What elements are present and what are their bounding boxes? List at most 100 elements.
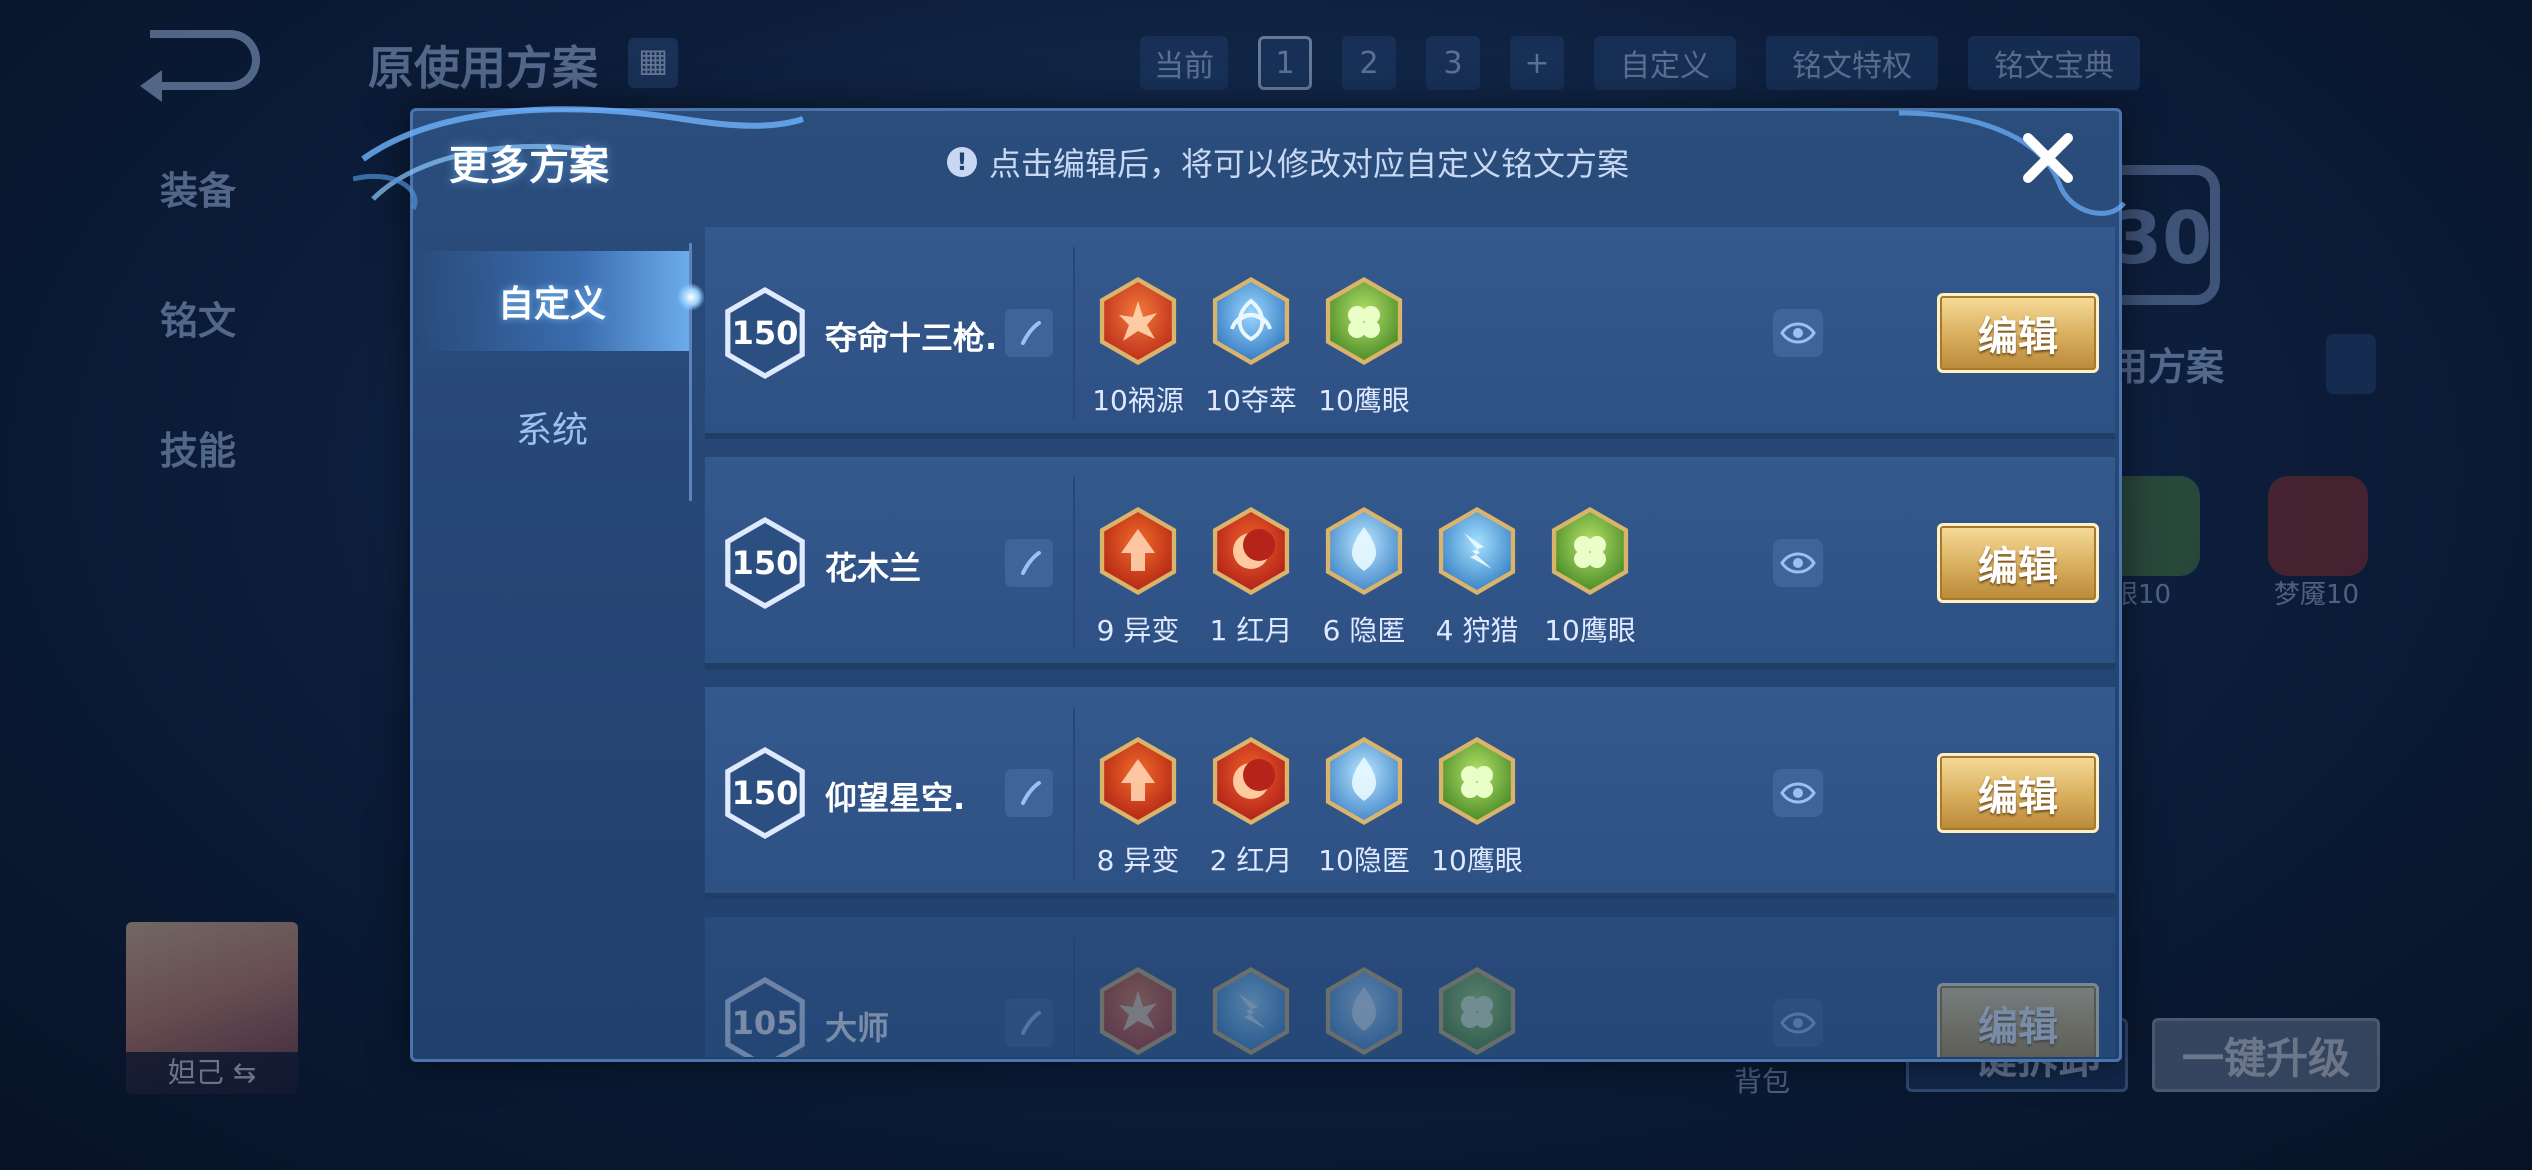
blue-drop-rune-icon [1321, 503, 1407, 603]
rune-item[interactable] [1321, 963, 1407, 1057]
rune-item[interactable]: 9 异变 [1095, 503, 1181, 649]
slot-1-tab[interactable]: 1 [1258, 36, 1312, 90]
pencil-icon [1021, 1011, 1041, 1035]
more-plans-dialog: 更多方案 ! 点击编辑后，将可以修改对应自定义铭文方案 自定义 系统 150 夺命… [353, 106, 2126, 1062]
dialog-title: 更多方案 [449, 143, 609, 189]
slot-2-tab[interactable]: 2 [1342, 36, 1396, 90]
rune-count-label: 2 红月 [1209, 844, 1293, 877]
rune-item[interactable]: 10夺萃 [1205, 273, 1297, 419]
blue-knot-rune-icon [1208, 273, 1294, 373]
hero-name: 妲己 ⇆ [126, 1052, 298, 1094]
slot-3-tab[interactable]: 3 [1426, 36, 1480, 90]
red-arrow-rune-icon [1095, 503, 1181, 603]
red-burst-rune-icon [1095, 273, 1181, 373]
rune-set: 8 异变 2 红月 10隐匿 10鹰眼 [1095, 733, 1523, 879]
plan-row[interactable]: 150 仰望星空. 8 异变 2 红月 10隐匿 10鹰眼 编辑 [705, 687, 2115, 899]
page-title: 原使用方案 [368, 41, 598, 95]
preview-button[interactable] [1773, 309, 1823, 357]
notice-text: 点击编辑后，将可以修改对应自定义铭文方案 [989, 145, 1630, 183]
plan-level: 150 [731, 314, 799, 352]
edit-button[interactable]: 编辑 [1937, 753, 2099, 833]
red-moon-rune-icon [1208, 733, 1294, 833]
rune-count-label: 6 隐匿 [1322, 614, 1406, 647]
side-nav-runes[interactable]: 铭文 [160, 290, 236, 345]
sidebar-divider [689, 243, 692, 501]
edit-button[interactable]: 编辑 [1937, 983, 2099, 1057]
row-divider [1073, 477, 1075, 649]
rune-item[interactable] [1434, 963, 1520, 1057]
rune-count-label: 9 异变 [1096, 614, 1180, 647]
rune-count-label: 4 狩猎 [1435, 614, 1519, 647]
rename-button[interactable] [1005, 539, 1053, 587]
back-arrow-icon[interactable] [140, 30, 260, 102]
rename-button[interactable] [1005, 309, 1053, 357]
eye-icon [1780, 552, 1816, 574]
info-icon: ! [947, 147, 977, 177]
close-button[interactable] [2013, 123, 2083, 193]
green-clover-rune-icon [1547, 503, 1633, 603]
blue-drop-rune-icon [1321, 963, 1407, 1057]
row-divider [1073, 707, 1075, 879]
rune-set: 10祸源 10夺萃 10鹰眼 [1092, 273, 1410, 419]
edit-button[interactable]: 编辑 [1937, 523, 2099, 603]
plan-row[interactable]: 105 大师 编辑 [705, 917, 2115, 1057]
eye-icon [1780, 782, 1816, 804]
green-clover-rune-icon [1321, 273, 1407, 373]
rune-item[interactable]: 10鹰眼 [1544, 503, 1636, 649]
active-tab-indicator [677, 283, 705, 311]
plan-list[interactable]: 150 夺命十三枪. 10祸源 10夺萃 10鹰眼 编辑 150 花木兰 9 异变 1 红月 6 隐… [705, 227, 2115, 1057]
rune-item[interactable]: 2 红月 [1208, 733, 1294, 879]
upgrade-all-button[interactable]: 一键升级 [2152, 1018, 2380, 1092]
plan-name: 花木兰 [825, 549, 922, 587]
rune-item[interactable]: 10隐匿 [1318, 733, 1410, 879]
tab-custom[interactable]: 自定义 [413, 251, 691, 351]
rune-count-label: 10鹰眼 [1544, 614, 1636, 647]
preview-button[interactable] [1773, 999, 1823, 1047]
rune-item[interactable] [1208, 963, 1294, 1057]
eye-icon [1780, 322, 1816, 344]
preview-button[interactable] [1773, 769, 1823, 817]
plan-category-sidebar: 自定义 系统 [413, 229, 691, 1059]
pencil-icon [1021, 781, 1041, 805]
blue-bolt-rune-icon [1208, 963, 1294, 1057]
row-divider [1073, 937, 1075, 1057]
rune-item[interactable]: 1 红月 [1208, 503, 1294, 649]
side-nav-skills[interactable]: 技能 [160, 420, 236, 475]
blue-bolt-rune-icon [1434, 503, 1520, 603]
plan-row[interactable]: 150 花木兰 9 异变 1 红月 6 隐匿 4 狩猎 10鹰眼 编辑 [705, 457, 2115, 669]
plan-label: 用方案 [2110, 345, 2225, 389]
menu-icon[interactable] [2326, 334, 2376, 394]
eye-icon [1780, 1012, 1816, 1034]
rune-count-label: 10鹰眼 [1431, 844, 1523, 877]
rune-count-label: 8 异变 [1096, 844, 1180, 877]
rune-count-label: 10鹰眼 [1318, 384, 1410, 417]
tab-system[interactable]: 系统 [413, 377, 691, 477]
rune-item[interactable]: 10鹰眼 [1318, 273, 1410, 419]
red-burst-rune-icon [1095, 963, 1181, 1057]
edit-notice: ! 点击编辑后，将可以修改对应自定义铭文方案 [947, 139, 1629, 185]
edit-button[interactable]: 编辑 [1937, 293, 2099, 373]
decorative-swirl-icon [1898, 110, 2126, 216]
red-moon-rune-icon [1208, 503, 1294, 603]
rune-privilege-button[interactable]: 铭文特权 [1766, 36, 1938, 90]
blue-drop-rune-icon [1321, 733, 1407, 833]
rune-item[interactable]: 8 异变 [1095, 733, 1181, 879]
rune-codex-button[interactable]: 铭文宝典 [1968, 36, 2140, 90]
rune-item[interactable] [1095, 963, 1181, 1057]
preview-button[interactable] [1773, 539, 1823, 587]
rename-button[interactable] [1005, 769, 1053, 817]
side-nav-equipment[interactable]: 装备 [160, 160, 236, 215]
custom-tab[interactable]: 自定义 [1594, 36, 1736, 90]
rune-count-label: 10夺萃 [1205, 384, 1297, 417]
plan-level: 150 [731, 544, 799, 582]
rune-item[interactable]: 6 隐匿 [1321, 503, 1407, 649]
rune-item[interactable]: 4 狩猎 [1434, 503, 1520, 649]
rename-button[interactable] [1005, 999, 1053, 1047]
plan-name: 大师 [825, 1009, 890, 1047]
row-divider [1073, 247, 1075, 419]
rune-item[interactable]: 10鹰眼 [1431, 733, 1523, 879]
grid-icon[interactable] [628, 38, 678, 88]
add-slot-button[interactable]: + [1510, 36, 1564, 90]
plan-row[interactable]: 150 夺命十三枪. 10祸源 10夺萃 10鹰眼 编辑 [705, 227, 2115, 439]
rune-item[interactable]: 10祸源 [1092, 273, 1184, 419]
